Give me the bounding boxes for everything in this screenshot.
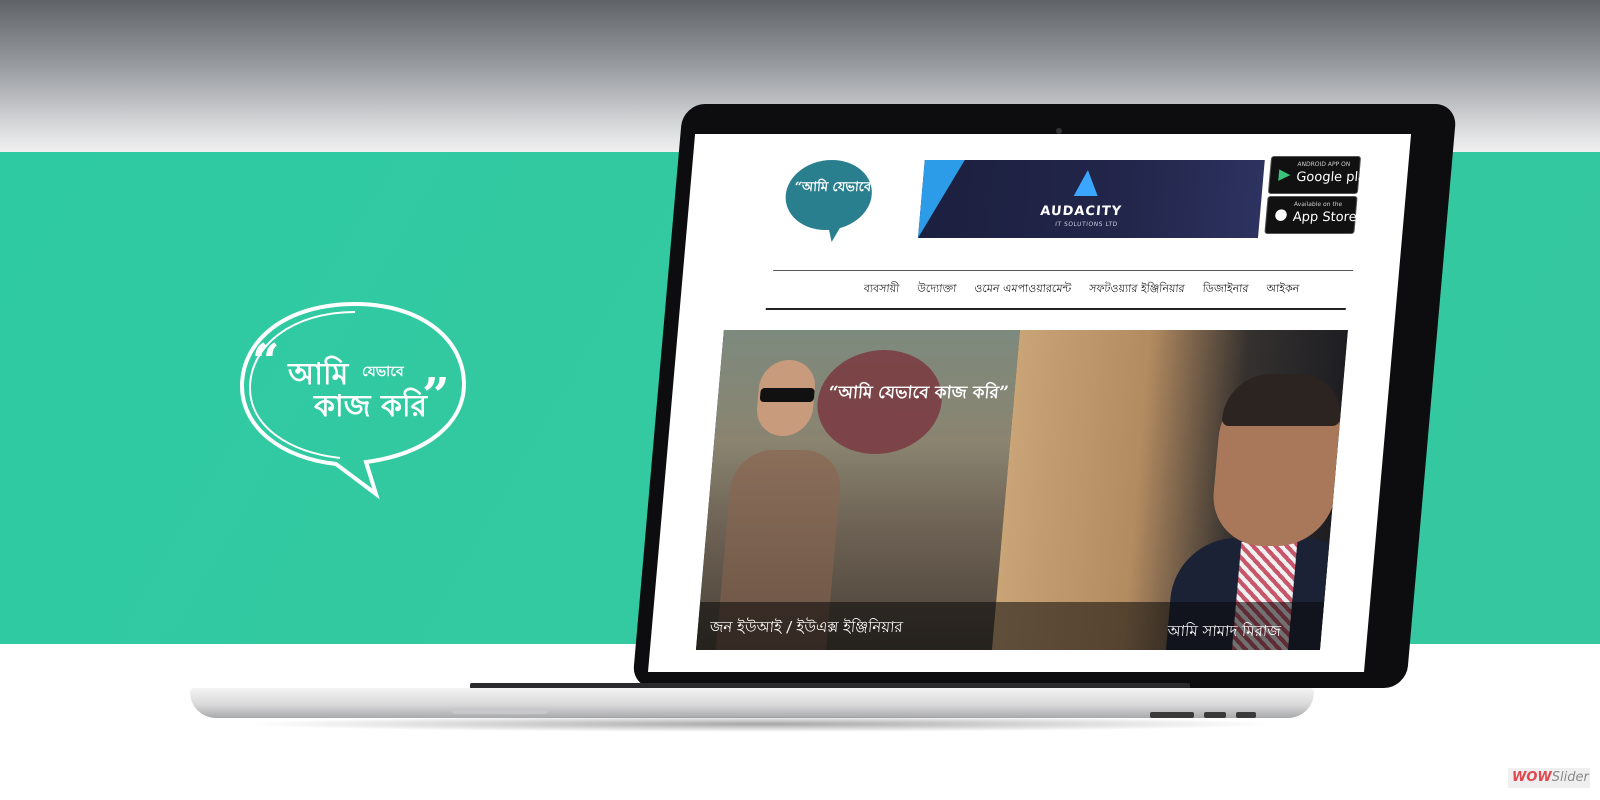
google-play-button[interactable]: ▶ ANDROID APP ON Google play: [1267, 156, 1374, 194]
laptop-shadow: [240, 716, 1280, 732]
caption-right: আমি সামাদ মিরাজ: [1166, 622, 1282, 640]
nav-item-entrepreneur[interactable]: উদ্যোক্তা: [916, 280, 957, 302]
brand-logo: “ আমি যেভাবে কাজ করি ”: [236, 298, 474, 504]
nav-item-designer[interactable]: ডিজাইনার: [1201, 280, 1249, 302]
image-slider[interactable]: “আমি যেভাবে কাজ করি” জন ইউআই / ইউএক্স ইঞ…: [695, 330, 1348, 650]
banner-accent: [917, 160, 965, 238]
brand-line2: কাজ করি: [314, 389, 428, 424]
overlay-logo-text: “আমি যেভাবে কাজ করি”: [827, 383, 1010, 403]
app-store-button[interactable]: ● Available on the App Store: [1264, 196, 1358, 234]
nav-item-women-empowerment[interactable]: ওমেন এমপাওয়ারমেন্ট: [973, 280, 1072, 302]
site-logo-text: “আমি যেভাবে কাজ করি”: [793, 180, 933, 195]
google-play-small: ANDROID APP ON: [1297, 161, 1351, 168]
nav-divider-bottom: [765, 308, 1346, 310]
google-play-label: Google play: [1295, 170, 1375, 185]
nav-item-icon[interactable]: আইকন: [1265, 280, 1300, 302]
app-store-small: Available on the: [1293, 201, 1343, 208]
brand-small-text: যেভাবে: [362, 364, 404, 380]
laptop-screen: “আমি যেভাবে কাজ করি” AUDACITY IT SOLUTIO…: [648, 134, 1412, 672]
quote-close: ”: [422, 368, 450, 424]
site-logo-tail: [825, 222, 844, 242]
nav-item-business[interactable]: ব্যবসায়ী: [863, 280, 900, 302]
watermark-part2: Slider: [1551, 770, 1589, 785]
nav-item-software-engineer[interactable]: সফটওয়্যার ইঞ্জিনিয়ার: [1088, 280, 1186, 302]
wowslider-watermark[interactable]: WOWSlider: [1508, 768, 1590, 788]
banner-subtitle: IT SOLUTIONS LTD: [1054, 221, 1118, 228]
main-nav: ব্যবসায়ী উদ্যোক্তা ওমেন এমপাওয়ারমেন্ট …: [850, 280, 1312, 302]
sponsor-banner[interactable]: AUDACITY IT SOLUTIONS LTD: [917, 160, 1265, 238]
trackpad-notch: [452, 708, 548, 714]
play-icon: ▶: [1278, 165, 1292, 183]
watermark-part1: WOW: [1512, 770, 1552, 785]
laptop-base: [190, 688, 1314, 718]
banner-name: AUDACITY: [1039, 204, 1123, 219]
sunglasses: [759, 388, 815, 402]
apple-icon: ●: [1273, 205, 1289, 223]
app-store-label: App Store: [1292, 210, 1358, 225]
caption-left: জন ইউআই / ইউএক্স ইঞ্জিনিয়ার: [709, 618, 904, 636]
quote-open: “: [252, 334, 280, 390]
nav-divider-top: [773, 270, 1354, 271]
audacity-logo-icon: [1073, 170, 1100, 196]
